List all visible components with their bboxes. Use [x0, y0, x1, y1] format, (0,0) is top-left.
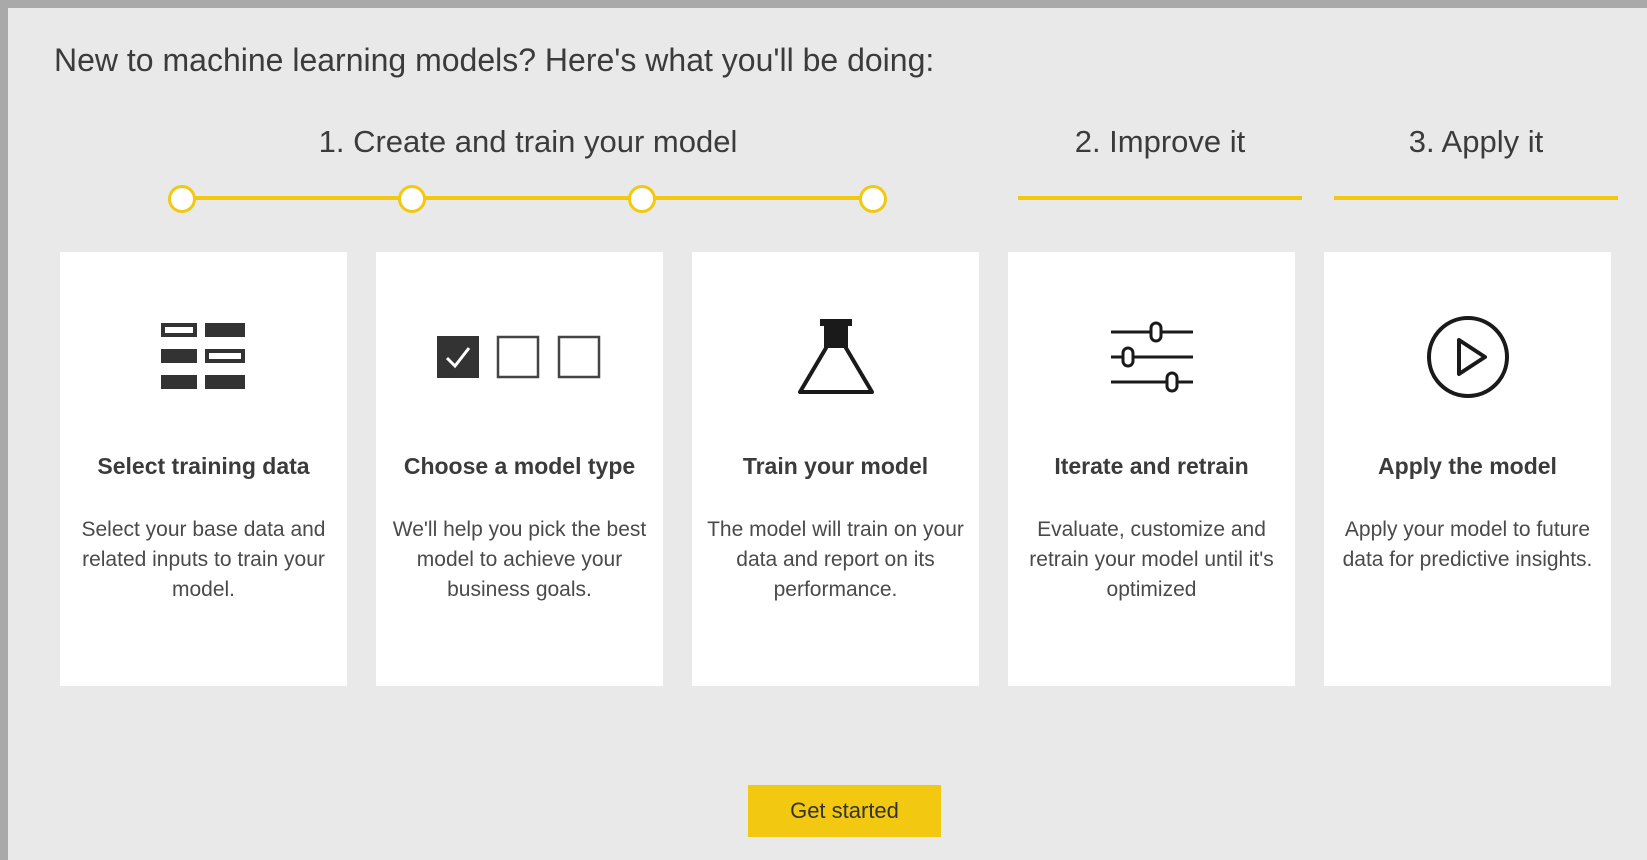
progress-timeline [8, 8, 1647, 228]
get-started-button[interactable]: Get started [748, 785, 941, 837]
step-card-train-model: Train your model The model will train on… [692, 252, 979, 686]
ml-onboarding-panel: New to machine learning models? Here's w… [0, 0, 1647, 860]
step-description: Select your base data and related inputs… [81, 518, 326, 601]
step-description: Evaluate, customize and retrain your mod… [1029, 518, 1274, 601]
phase-title-apply: 3. Apply it [1408, 124, 1544, 159]
step-card-choose-model-type: Choose a model type We'll help you pick … [376, 252, 663, 686]
step-dot-1 [168, 185, 196, 213]
intro-heading: New to machine learning models? Here's w… [54, 42, 935, 78]
step-card-iterate-retrain: Iterate and retrain Evaluate, customize … [1008, 252, 1295, 686]
step-title: Choose a model type [403, 453, 636, 479]
step-dot-4 [859, 185, 887, 213]
step-title: Select training data [97, 453, 310, 479]
phase-line-improve [1018, 196, 1302, 200]
step-description: We'll help you pick the best model to ac… [392, 518, 647, 601]
step-card-apply-model: Apply the model Apply your model to futu… [1324, 252, 1611, 686]
step-description: Apply your model to future data for pred… [1342, 518, 1593, 571]
phase-line-apply [1334, 196, 1618, 200]
flask-icon [692, 312, 979, 402]
step-title: Train your model [742, 453, 929, 479]
step-title: Apply the model [1378, 453, 1557, 479]
sliders-icon [1008, 312, 1295, 402]
checkbox-options-icon [376, 312, 663, 402]
play-circle-icon [1324, 312, 1611, 402]
step-title: Iterate and retrain [1054, 453, 1249, 479]
table-rows-icon [60, 312, 347, 402]
step-dot-2 [398, 185, 426, 213]
phase-line-create [182, 196, 874, 200]
phase-title-create: 1. Create and train your model [318, 124, 738, 159]
step-dot-3 [628, 185, 656, 213]
step-description: The model will train on your data and re… [707, 518, 964, 601]
step-card-select-training-data: Select training data Select your base da… [60, 252, 347, 686]
phase-title-improve: 2. Improve it [1074, 124, 1246, 159]
